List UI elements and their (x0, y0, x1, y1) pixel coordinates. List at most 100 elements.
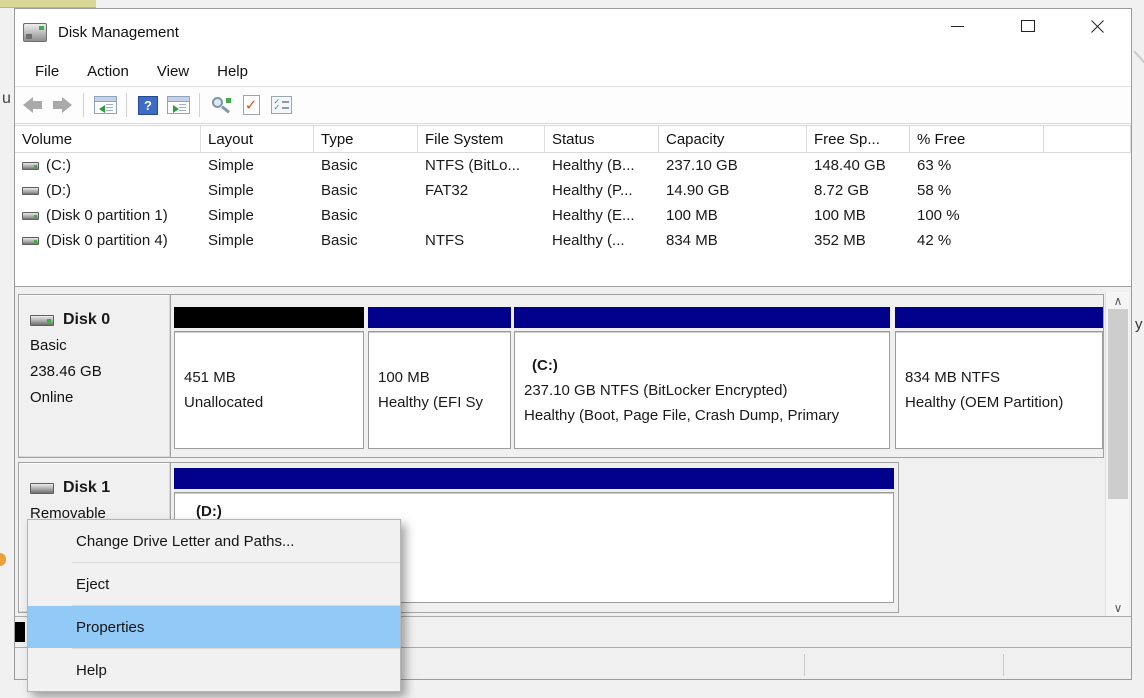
volume-icon (22, 187, 39, 195)
disk0-header-card[interactable]: Disk 0 Basic 238.46 GB Online (19, 295, 171, 457)
scrollbar-up-arrow[interactable]: ∧ (1106, 292, 1130, 309)
column-header-free-space[interactable]: Free Sp... (807, 126, 910, 152)
toolbar-separator (199, 93, 200, 117)
volume-status: Healthy (... (545, 232, 659, 249)
partition-size: 834 MB NTFS (905, 365, 1102, 390)
volume-type: Basic (314, 232, 418, 249)
table-row[interactable]: (D:) Simple Basic FAT32 Healthy (P... 14… (15, 178, 1131, 203)
partition-color-bar (514, 307, 890, 328)
minimize-icon (951, 26, 964, 27)
volume-status: Healthy (E... (545, 207, 659, 224)
partition-status: Healthy (OEM Partition) (905, 390, 1102, 415)
volume-name: (C:) (46, 157, 71, 174)
rescan-disks-button[interactable] (206, 90, 236, 120)
menu-item-eject[interactable]: Eject (28, 563, 400, 605)
menu-item-help[interactable]: Help (28, 649, 400, 691)
minimize-button[interactable] (935, 9, 980, 43)
partition-oem[interactable]: 834 MB NTFS Healthy (OEM Partition) (895, 307, 1103, 449)
help-button[interactable]: ? (133, 90, 163, 120)
volume-capacity: 14.90 GB (659, 182, 807, 199)
toolbar-separator (83, 93, 84, 117)
window-title: Disk Management (58, 24, 179, 41)
volume-free-space: 100 MB (807, 207, 910, 224)
toolbar: ? ✓ ✓ ✓ (15, 87, 1131, 124)
volume-layout: Simple (201, 182, 314, 199)
partition-size: 100 MB (378, 365, 510, 390)
volume-layout: Simple (201, 157, 314, 174)
menu-item-change-drive-letter[interactable]: Change Drive Letter and Paths... (28, 520, 400, 562)
title-bar[interactable]: Disk Management (15, 9, 1131, 56)
scrollbar-thumb[interactable] (1108, 309, 1128, 499)
context-menu: Change Drive Letter and Paths... Eject P… (27, 519, 401, 692)
volume-free-space: 352 MB (807, 232, 910, 249)
volume-file-system: NTFS (418, 232, 545, 249)
show-console-tree-button[interactable] (90, 90, 120, 120)
partition-c-drive[interactable]: (C:) 237.10 GB NTFS (BitLocker Encrypted… (514, 307, 890, 449)
partition-status: Healthy (Boot, Page File, Crash Dump, Pr… (524, 403, 889, 428)
disk-name: Disk 1 (63, 479, 110, 497)
volume-type: Basic (314, 182, 418, 199)
table-row[interactable]: (C:) Simple Basic NTFS (BitLo... Healthy… (15, 153, 1131, 178)
volume-type: Basic (314, 157, 418, 174)
partition-efi[interactable]: 100 MB Healthy (EFI Sy (368, 307, 511, 449)
close-button[interactable] (1075, 9, 1120, 43)
status-bar-divider (1003, 654, 1004, 676)
disk-drive-icon (30, 315, 54, 326)
background-icon-fragment (0, 553, 6, 566)
volume-type: Basic (314, 207, 418, 224)
partition-label: (C:) (532, 353, 889, 378)
vertical-scrollbar[interactable]: ∧ ∨ (1105, 292, 1129, 616)
partition-color-bar (174, 468, 894, 489)
menu-file[interactable]: File (21, 63, 73, 80)
task-checklist-icon: ✓ ✓ (271, 96, 292, 114)
status-bar-divider (804, 654, 805, 676)
table-row[interactable]: (Disk 0 partition 4) Simple Basic NTFS H… (15, 228, 1131, 253)
scrollbar-down-arrow[interactable]: ∨ (1106, 599, 1130, 616)
back-button[interactable] (17, 90, 47, 120)
help-icon: ? (138, 96, 158, 115)
forward-button[interactable] (47, 90, 77, 120)
partition-size: 237.10 GB NTFS (BitLocker Encrypted) (524, 378, 889, 403)
background-line-fragment (1134, 51, 1144, 72)
partition-unallocated[interactable]: 451 MB Unallocated (174, 307, 364, 449)
volume-file-system: NTFS (BitLo... (418, 157, 545, 174)
action-pane-icon (167, 96, 190, 114)
back-arrow-icon (23, 97, 42, 113)
column-header-pct-free[interactable]: % Free (910, 126, 1044, 152)
volume-icon (22, 162, 39, 170)
volume-file-system: FAT32 (418, 182, 545, 199)
table-row[interactable]: (Disk 0 partition 1) Simple Basic Health… (15, 203, 1131, 228)
volume-status: Healthy (B... (545, 157, 659, 174)
column-header-file-system[interactable]: File System (418, 126, 545, 152)
maximize-button[interactable] (1005, 9, 1050, 43)
task-checklist-button[interactable]: ✓ ✓ (266, 90, 296, 120)
column-header-volume[interactable]: Volume (15, 126, 201, 152)
menu-action[interactable]: Action (73, 63, 143, 80)
disk-name: Disk 0 (63, 311, 110, 329)
disk-drive-icon (30, 483, 54, 494)
volume-status: Healthy (P... (545, 182, 659, 199)
volume-name: (D:) (46, 182, 71, 199)
disk-type: Basic (30, 333, 170, 359)
menu-item-properties[interactable]: Properties (28, 606, 400, 648)
volume-pct-free: 100 % (910, 207, 1044, 224)
partition-color-bar (174, 307, 364, 328)
volume-layout: Simple (201, 207, 314, 224)
column-header-status[interactable]: Status (545, 126, 659, 152)
magnifier-disk-icon (210, 96, 232, 114)
column-header-blank[interactable] (1044, 126, 1131, 152)
menu-help[interactable]: Help (203, 63, 262, 80)
check-document-button[interactable]: ✓ (236, 90, 266, 120)
column-header-type[interactable]: Type (314, 126, 418, 152)
partition-color-bar (895, 307, 1103, 328)
console-tree-icon (94, 96, 117, 114)
partition-color-bar (368, 307, 511, 328)
disk-size: 238.46 GB (30, 359, 170, 385)
column-header-layout[interactable]: Layout (201, 126, 314, 152)
background-window-fragment (0, 0, 96, 8)
volume-icon (22, 212, 39, 220)
menu-view[interactable]: View (143, 63, 203, 80)
volume-free-space: 148.40 GB (807, 157, 910, 174)
column-header-capacity[interactable]: Capacity (659, 126, 807, 152)
show-action-pane-button[interactable] (163, 90, 193, 120)
